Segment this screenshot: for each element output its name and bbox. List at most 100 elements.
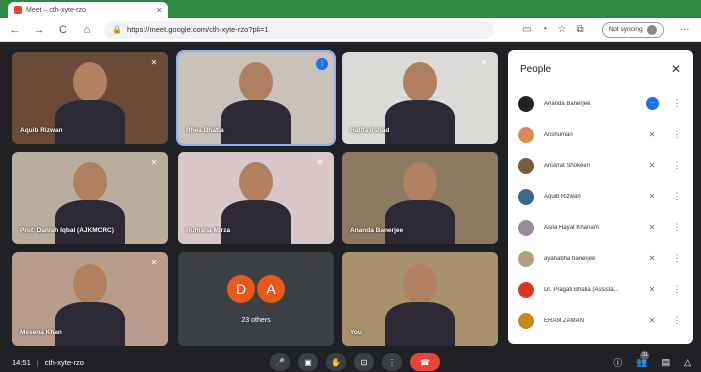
participant-name: Hafifa Irshad — [350, 127, 390, 134]
speaking-indicator-icon: ⋮ — [316, 58, 328, 70]
separator: | — [36, 357, 39, 367]
browser-toolbar: ← → C ⌂ 🔒 https://meet.google.com/cth-xy… — [0, 18, 701, 42]
present-screen-button[interactable]: ⊡ — [354, 353, 374, 371]
collections-icon[interactable]: ⧉ — [576, 24, 583, 35]
participant-video-tile[interactable]: ✕ Rumsha Mirza — [178, 152, 334, 244]
back-arrow-icon[interactable]: ← — [8, 24, 22, 36]
participant-video — [55, 254, 125, 346]
avatar — [518, 281, 534, 298]
muted-mic-icon: ✕ — [648, 254, 656, 263]
participant-video-tile[interactable]: ⋮ Rhea Bhatia — [176, 50, 336, 146]
participant-row[interactable]: Dr. Pragati Bhalla (Assista... ✕ ⋮ — [508, 274, 693, 305]
more-vert-icon[interactable]: ⋮ — [671, 129, 683, 140]
browser-tab-bar: Meet – cth-xyte-rzo × — [0, 0, 701, 18]
avatar — [518, 312, 534, 329]
sync-label: Not syncing — [608, 26, 643, 33]
reload-icon[interactable]: C — [56, 24, 70, 36]
participant-video — [221, 154, 291, 244]
people-panel: People ✕ Ananda Banerjee ··· ⋮ Anshuman … — [508, 50, 693, 344]
participant-video — [385, 54, 455, 144]
muted-mic-icon: ✕ — [648, 161, 656, 170]
more-vert-icon[interactable]: ⋮ — [671, 191, 683, 202]
participant-row[interactable]: Anshuman ✕ ⋮ — [508, 119, 693, 150]
muted-mic-icon: ✕ — [648, 192, 656, 201]
participant-row-name: Anshuman — [544, 131, 573, 138]
participant-row-name: Aquib Rizwan — [544, 193, 581, 200]
participant-video-tile[interactable]: ✕ Mesena Khan — [12, 252, 168, 346]
muted-mic-icon: ✕ — [150, 158, 158, 167]
participant-video — [55, 54, 125, 144]
muted-mic-icon: ✕ — [648, 316, 656, 325]
read-aloud-icon[interactable]: ◔ — [541, 24, 547, 35]
avatar — [518, 250, 534, 267]
participant-row-name: Dr. Pragati Bhalla (Assista... — [544, 286, 619, 293]
favorite-star-icon[interactable]: ☆ — [558, 24, 567, 35]
chat-icon[interactable]: ▤ — [662, 357, 671, 368]
participant-row-name: ERAM ZAMAN — [544, 317, 585, 324]
more-vert-icon[interactable]: ⋮ — [671, 284, 683, 295]
participant-video-tile[interactable]: You — [342, 252, 498, 346]
participant-row[interactable]: Asifa Hayat Khanam ✕ ⋮ — [508, 212, 693, 243]
camera-permission-icon[interactable]: ▭ — [522, 24, 531, 35]
more-vert-icon[interactable]: ⋮ — [671, 222, 683, 233]
muted-mic-icon: ✕ — [316, 158, 324, 167]
muted-mic-icon: ✕ — [648, 285, 656, 294]
muted-mic-icon: ✕ — [150, 258, 158, 267]
avatar — [518, 157, 534, 174]
microphone-button[interactable]: 🎤 — [270, 353, 290, 371]
others-tile[interactable]: D A 23 others — [178, 252, 334, 346]
participant-name: Aquib Rizwan — [20, 127, 63, 134]
participant-video-tile[interactable]: Ananda Banerjee — [342, 152, 498, 244]
people-button[interactable]: 👥 31 — [636, 350, 650, 368]
avatar — [518, 188, 534, 205]
more-options-button[interactable]: ⋮ — [382, 353, 402, 371]
participant-row-name: ayanabha banerjee — [544, 255, 596, 262]
participant-name: Rumsha Mirza — [186, 227, 231, 234]
lock-icon: 🔒 — [112, 25, 122, 34]
home-icon[interactable]: ⌂ — [80, 24, 94, 36]
close-icon[interactable]: ✕ — [671, 62, 681, 76]
browser-tab[interactable]: Meet – cth-xyte-rzo × — [8, 2, 168, 18]
participant-video — [221, 54, 291, 144]
avatar — [518, 219, 534, 236]
activities-icon[interactable]: △ — [684, 357, 691, 368]
muted-mic-icon: ✕ — [648, 130, 656, 139]
sync-status-button[interactable]: Not syncing — [601, 21, 664, 38]
more-vert-icon[interactable]: ⋮ — [671, 315, 683, 326]
others-avatar: A — [257, 274, 285, 303]
participant-row[interactable]: ayanabha banerjee ✕ ⋮ — [508, 243, 693, 274]
participant-video-tile[interactable]: ✕ Hafifa Irshad — [342, 52, 498, 144]
browser-menu-icon[interactable]: ··· — [680, 24, 690, 35]
more-vert-icon[interactable]: ⋮ — [671, 98, 683, 109]
meeting-time: 14:51 — [12, 357, 31, 367]
muted-mic-icon: ✕ — [480, 58, 488, 67]
participant-row[interactable]: Aquib Rizwan ✕ ⋮ — [508, 181, 693, 212]
participant-name: Ananda Banerjee — [350, 227, 404, 234]
close-tab-icon[interactable]: × — [157, 5, 162, 15]
participant-row-name: Asifa Hayat Khanam — [544, 224, 599, 231]
participant-video-tile[interactable]: ✕ Prof. Danish Iqbal (AJKMCRC) — [12, 152, 168, 244]
profile-avatar — [646, 24, 657, 35]
others-count-label: 23 others — [241, 316, 271, 324]
address-bar[interactable]: 🔒 https://meet.google.com/cth-xyte-rzo?p… — [104, 20, 494, 39]
participant-name: You — [350, 329, 362, 336]
participant-name: Rhea Bhatia — [186, 127, 224, 134]
avatar — [518, 126, 534, 143]
raise-hand-button[interactable]: ✋ — [326, 353, 346, 371]
more-vert-icon[interactable]: ⋮ — [671, 160, 683, 171]
camera-button[interactable]: ▣ — [298, 353, 318, 371]
participant-video-tile[interactable]: ✕ Aquib Rizwan — [12, 52, 168, 144]
participant-row[interactable]: Anuvrat Shokeen ✕ ⋮ — [508, 150, 693, 181]
people-panel-title: People — [520, 63, 552, 75]
avatar — [518, 95, 534, 112]
participant-name: Prof. Danish Iqbal (AJKMCRC) — [20, 227, 114, 234]
participant-row[interactable]: Ananda Banerjee ··· ⋮ — [508, 88, 693, 119]
participant-row[interactable]: ERAM ZAMAN ✕ ⋮ — [508, 305, 693, 336]
end-call-button[interactable]: ☎ — [410, 353, 440, 371]
participant-video — [385, 254, 455, 346]
info-icon[interactable]: ⓘ — [613, 356, 622, 369]
forward-arrow-icon[interactable]: → — [32, 24, 46, 36]
meet-favicon-icon — [14, 6, 22, 14]
more-vert-icon[interactable]: ⋮ — [671, 253, 683, 264]
tab-title: Meet – cth-xyte-rzo — [26, 6, 86, 14]
